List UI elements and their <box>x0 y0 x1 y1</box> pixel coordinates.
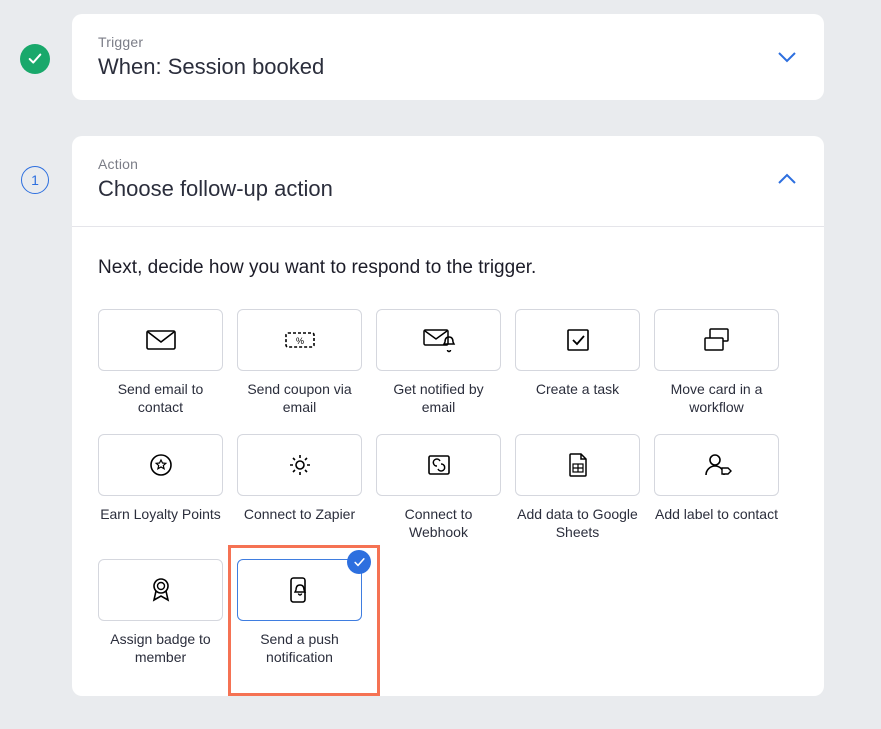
action-option-label: Send email to contact <box>98 381 223 416</box>
gear-icon <box>283 450 317 480</box>
star-circle-icon <box>144 450 178 480</box>
action-option-push-notification[interactable] <box>237 559 362 621</box>
label-contact-icon <box>700 450 734 480</box>
action-option-label: Get notified by email <box>376 381 501 416</box>
trigger-label: Trigger <box>98 34 324 50</box>
action-option-notify-email[interactable] <box>376 309 501 371</box>
action-option-earn-points[interactable] <box>98 434 223 496</box>
action-option-move-card[interactable] <box>654 309 779 371</box>
action-step-indicator: 1 <box>21 166 49 194</box>
action-option-label: Create a task <box>536 381 619 399</box>
envelope-bell-icon <box>422 325 456 355</box>
action-option-connect-webhook[interactable] <box>376 434 501 496</box>
action-option-add-label[interactable] <box>654 434 779 496</box>
envelope-icon <box>144 325 178 355</box>
action-option-send-coupon[interactable] <box>237 309 362 371</box>
action-card: Action Choose follow-up action Next, dec… <box>72 136 824 696</box>
webhook-icon <box>422 450 456 480</box>
action-card-header[interactable]: Action Choose follow-up action <box>72 136 824 226</box>
trigger-complete-indicator <box>20 44 50 74</box>
action-prompt: Next, decide how you want to respond to … <box>98 257 798 279</box>
trigger-title: When: Session booked <box>98 54 324 80</box>
action-label: Action <box>98 156 333 172</box>
task-check-icon <box>561 325 595 355</box>
coupon-icon <box>283 325 317 355</box>
action-option-create-task[interactable] <box>515 309 640 371</box>
chevron-up-icon[interactable] <box>776 168 798 190</box>
action-option-google-sheets[interactable] <box>515 434 640 496</box>
action-option-label: Add data to Google Sheets <box>515 506 640 541</box>
phone-bell-icon <box>283 575 317 605</box>
action-option-send-email[interactable] <box>98 309 223 371</box>
action-option-label: Add label to contact <box>655 506 778 524</box>
sheet-icon <box>561 450 595 480</box>
action-option-label: Earn Loyalty Points <box>100 506 221 524</box>
chevron-down-icon[interactable] <box>776 46 798 68</box>
action-title: Choose follow-up action <box>98 176 333 202</box>
action-option-label: Send coupon via email <box>237 381 362 416</box>
badge-icon <box>144 575 178 605</box>
action-option-label: Assign badge to member <box>98 631 223 666</box>
action-option-label: Move card in a workflow <box>654 381 779 416</box>
action-option-label: Connect to Zapier <box>244 506 355 524</box>
action-option-assign-badge[interactable] <box>98 559 223 621</box>
selected-check-icon <box>347 550 371 574</box>
action-option-label: Connect to Webhook <box>376 506 501 541</box>
trigger-card[interactable]: Trigger When: Session booked <box>72 14 824 100</box>
workflow-card-icon <box>700 325 734 355</box>
action-option-label: Send a push notification <box>237 631 362 666</box>
action-option-connect-zapier[interactable] <box>237 434 362 496</box>
